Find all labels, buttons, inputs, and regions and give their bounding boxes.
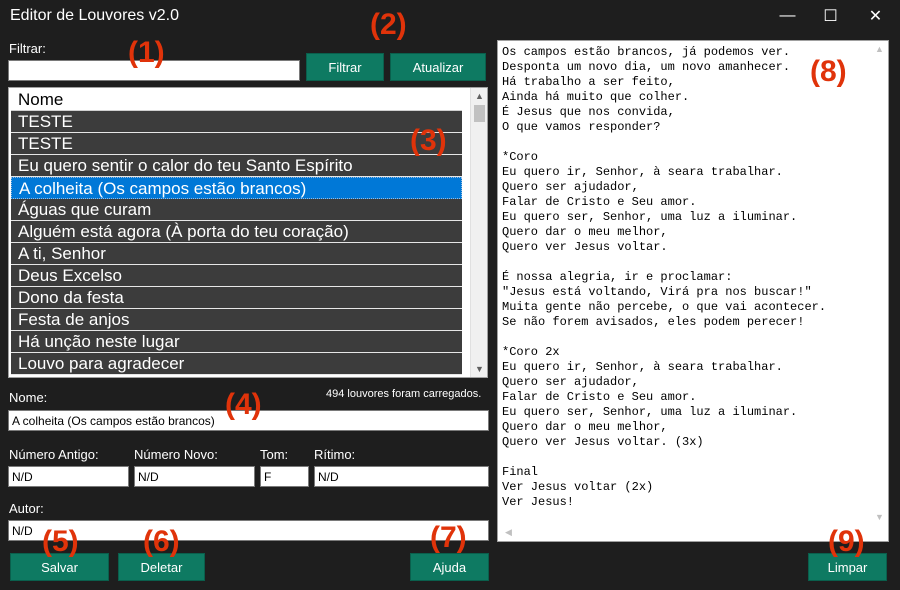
close-button[interactable]: ✕ (853, 0, 898, 32)
author-field[interactable]: N/D (8, 520, 489, 541)
list-item-selected[interactable]: A colheita (Os campos estão brancos) (11, 177, 462, 199)
annotation-marker-6: (6) (143, 525, 180, 558)
key-field[interactable]: F (260, 466, 309, 487)
annotation-marker-9: (9) (828, 525, 865, 558)
filter-button[interactable]: Filtrar (306, 53, 384, 81)
loaded-count-status: 494 louvores foram carregados. (326, 388, 482, 400)
list-item[interactable]: TESTE (11, 133, 462, 155)
list-item[interactable]: Louvo para agradecer (11, 353, 462, 375)
annotation-marker-8: (8) (810, 55, 847, 88)
lyrics-textarea[interactable]: Os campos estão brancos, já podemos ver.… (497, 40, 889, 542)
scroll-down-icon[interactable]: ▼ (471, 361, 487, 377)
refresh-button[interactable]: Atualizar (390, 53, 486, 81)
old-number-field[interactable]: N/D (8, 466, 129, 487)
list-header-name[interactable]: Nome (11, 89, 462, 111)
song-list-rows: Nome TESTE TESTE Eu quero sentir o calor… (11, 89, 462, 375)
lyrics-scrollbar[interactable]: ▲ ▼ (871, 41, 888, 541)
rhythm-label: Rítimo: (314, 447, 356, 462)
rhythm-field[interactable]: N/D (314, 466, 489, 487)
name-label: Nome: (9, 390, 48, 405)
song-list-scrollbar[interactable]: ▲ ▼ (470, 88, 487, 377)
list-item[interactable]: Deus Excelso (11, 265, 462, 287)
annotation-marker-4: (4) (225, 388, 262, 421)
annotation-marker-2: (2) (370, 8, 407, 41)
list-item[interactable]: Alguém está agora (À porta do teu coraçã… (11, 221, 462, 243)
list-item[interactable]: Águas que curam (11, 199, 462, 221)
new-number-label: Número Novo: (134, 447, 218, 462)
annotation-marker-1: (1) (128, 36, 165, 69)
list-item[interactable]: Festa de anjos (11, 309, 462, 331)
key-label: Tom: (260, 447, 289, 462)
old-number-label: Número Antigo: (9, 447, 99, 462)
scroll-thumb[interactable] (474, 105, 485, 122)
lyrics-scroll-down-icon[interactable]: ▼ (871, 509, 888, 525)
filter-label: Filtrar: (9, 41, 46, 56)
list-item[interactable]: TESTE (11, 111, 462, 133)
list-item[interactable]: Há unção neste lugar (11, 331, 462, 353)
window-title: Editor de Louvores v2.0 (10, 7, 179, 24)
help-button[interactable]: Ajuda (410, 553, 489, 581)
annotation-marker-3: (3) (410, 124, 447, 157)
new-number-field[interactable]: N/D (134, 466, 255, 487)
list-item[interactable]: Dono da festa (11, 287, 462, 309)
author-label: Autor: (9, 501, 44, 516)
list-item[interactable]: A ti, Senhor (11, 243, 462, 265)
lyrics-scroll-up-icon[interactable]: ▲ (871, 41, 888, 57)
lyrics-scroll-left-icon[interactable]: ◀ (500, 524, 517, 540)
annotation-marker-5: (5) (42, 525, 79, 558)
annotation-marker-7: (7) (430, 521, 467, 554)
lyrics-text: Os campos estão brancos, já podemos ver.… (502, 45, 827, 509)
maximize-button[interactable]: ☐ (808, 0, 853, 32)
scroll-up-icon[interactable]: ▲ (471, 88, 487, 104)
minimize-button[interactable]: — (765, 0, 810, 32)
list-item[interactable]: Eu quero sentir o calor do teu Santo Esp… (11, 155, 462, 177)
